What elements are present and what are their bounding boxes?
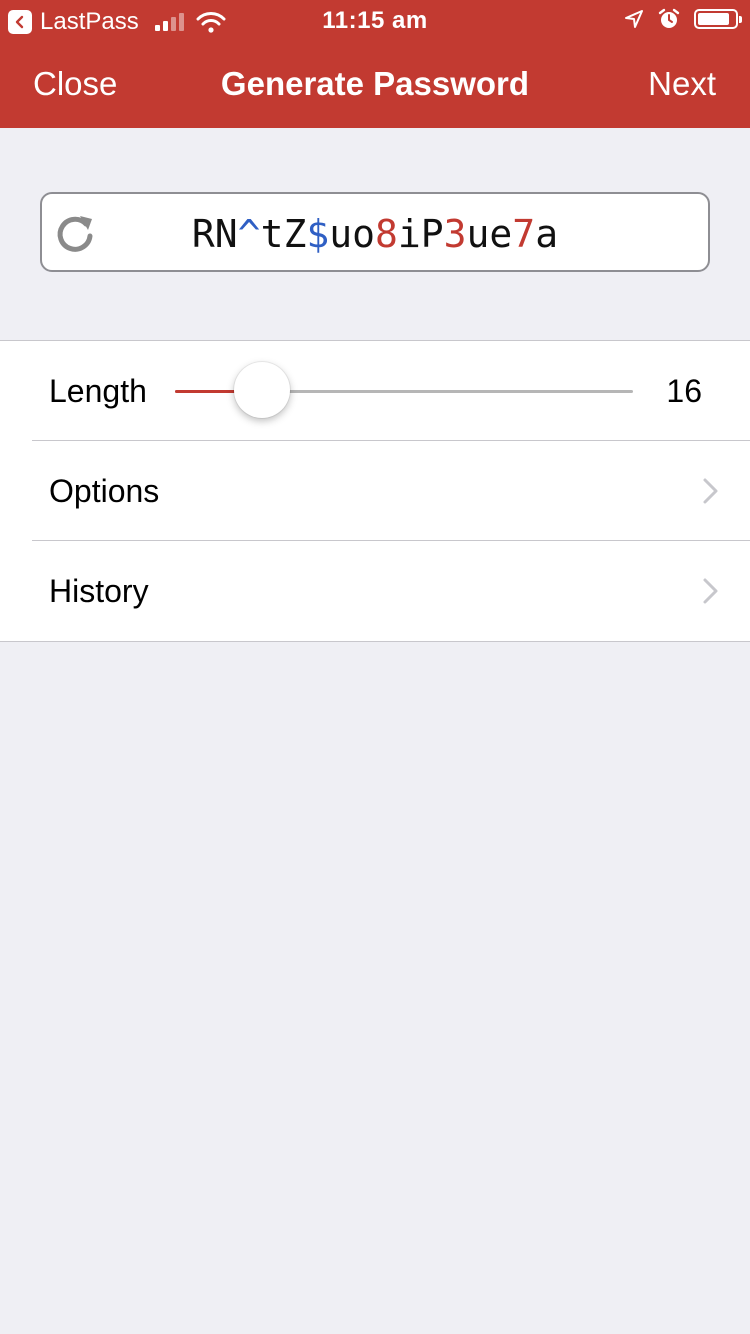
password-letter-chars: tZ — [260, 212, 307, 256]
length-slider-thumb[interactable] — [234, 362, 291, 418]
chevron-right-icon — [703, 478, 718, 504]
navigation-bar: Close Generate Password Next — [0, 40, 750, 128]
battery-icon — [694, 9, 742, 29]
battery-fill — [698, 13, 729, 25]
generated-password-field[interactable]: RN^tZ$uo8iP3ue7a — [40, 192, 710, 272]
length-label: Length — [49, 373, 147, 409]
history-label: History — [49, 573, 149, 609]
password-number-chars: 3 — [443, 212, 467, 256]
alarm-icon — [658, 8, 680, 28]
password-letter-chars: iP — [397, 212, 444, 256]
generated-password-text: RN^tZ$uo8iP3ue7a — [112, 212, 638, 256]
chevron-right-icon — [703, 578, 718, 604]
password-letter-chars: a — [535, 212, 559, 256]
length-value: 16 — [666, 373, 702, 409]
options-label: Options — [49, 473, 160, 509]
password-letter-chars: uo — [329, 212, 375, 256]
settings-list: Length 16 Options History — [0, 340, 750, 642]
status-right-icons — [624, 8, 742, 30]
next-button[interactable]: Next — [648, 64, 716, 104]
history-row[interactable]: History — [0, 541, 750, 641]
location-arrow-icon — [625, 10, 643, 28]
top-bar: LastPass 11:15 am Close Generate Passwor… — [0, 0, 750, 128]
page-title: Generate Password — [220, 65, 530, 102]
password-number-chars: 8 — [374, 212, 398, 256]
password-letter-chars: ue — [466, 212, 513, 256]
password-number-chars: 7 — [512, 212, 536, 256]
password-symbol-chars: $ — [306, 212, 330, 256]
refresh-icon[interactable] — [52, 210, 98, 256]
password-symbol-chars: ^ — [237, 212, 261, 256]
password-letter-chars: RN — [191, 212, 238, 256]
status-bar: LastPass 11:15 am — [0, 0, 750, 40]
length-row: Length 16 — [0, 341, 750, 441]
options-row[interactable]: Options — [0, 441, 750, 541]
